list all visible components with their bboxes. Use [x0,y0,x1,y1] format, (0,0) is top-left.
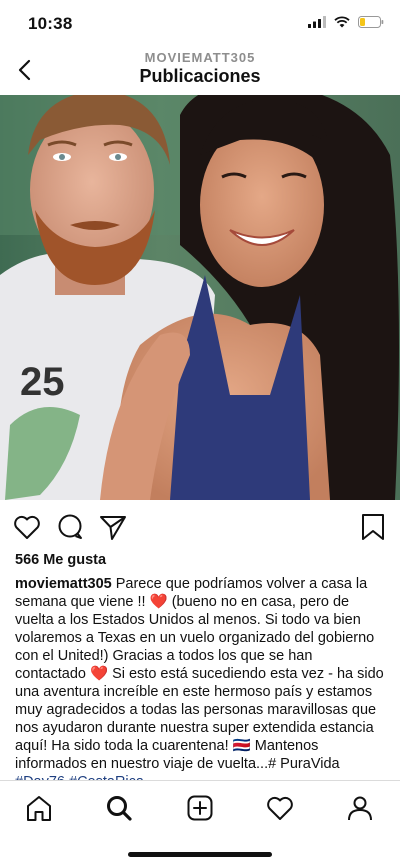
paper-plane-icon[interactable] [98,512,128,542]
status-icons [308,16,384,28]
costa-rica-flag-icon: 🇨🇷 [232,738,251,754]
wifi-icon [334,16,350,28]
post-photo[interactable]: 25 [0,95,400,500]
bookmark-icon[interactable] [358,512,388,542]
activity-heart-icon[interactable] [265,793,295,823]
plus-square-icon[interactable] [185,793,215,823]
svg-text:25: 25 [20,360,65,404]
home-indicator[interactable] [128,852,272,857]
home-icon[interactable] [24,793,54,823]
post-photo-illustration: 25 [0,95,400,500]
comment-icon[interactable] [55,512,85,542]
nav-header: MOVIEMATT305 Publicaciones [0,46,400,94]
caption-username[interactable]: moviematt305 [15,576,112,592]
search-icon[interactable] [104,793,134,823]
status-bar: 10:38 [0,0,400,46]
heart-emoji-icon: ❤️ [149,594,168,610]
post-actions [0,510,400,542]
heart-icon[interactable] [12,512,42,542]
status-time: 10:38 [28,14,73,33]
header-username[interactable]: MOVIEMATT305 [0,50,400,65]
battery-icon [358,16,384,28]
signal-icon [308,16,326,28]
user-icon[interactable] [345,793,375,823]
post-caption: moviematt305 Parece que podríamos volver… [15,575,387,791]
likes-count[interactable]: 566 Me gusta [15,552,106,568]
page-title: Publicaciones [139,66,261,86]
heart-emoji-icon-2: ❤️ [89,666,109,682]
